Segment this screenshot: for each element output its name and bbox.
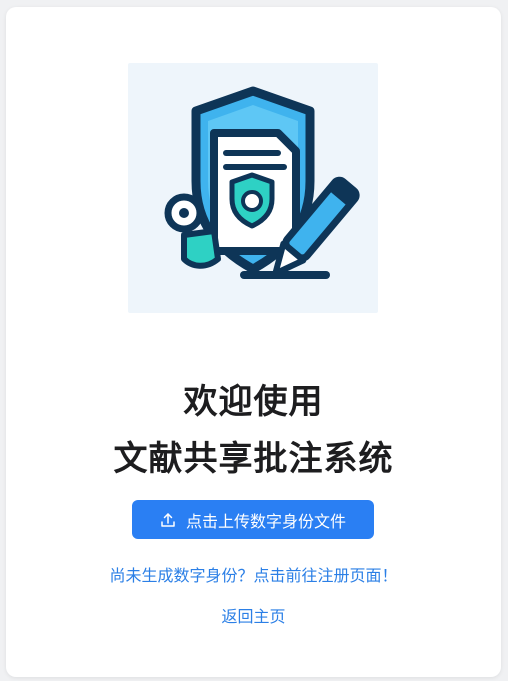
login-card: 欢迎使用 文献共享批注系统 点击上传数字身份文件 尚未生成数字身份？点击前往注册… xyxy=(6,7,501,677)
page-title-line1: 欢迎使用 xyxy=(183,382,324,422)
page-title-line2: 文献共享批注系统 xyxy=(113,439,394,479)
shield-document-pen-icon xyxy=(128,63,378,313)
upload-button-label: 点击上传数字身份文件 xyxy=(185,513,346,531)
upload-icon xyxy=(160,512,176,528)
register-link[interactable]: 尚未生成数字身份？点击前往注册页面！ xyxy=(6,562,501,586)
upload-identity-button[interactable]: 点击上传数字身份文件 xyxy=(132,500,374,539)
home-link[interactable]: 返回主页 xyxy=(6,603,501,627)
